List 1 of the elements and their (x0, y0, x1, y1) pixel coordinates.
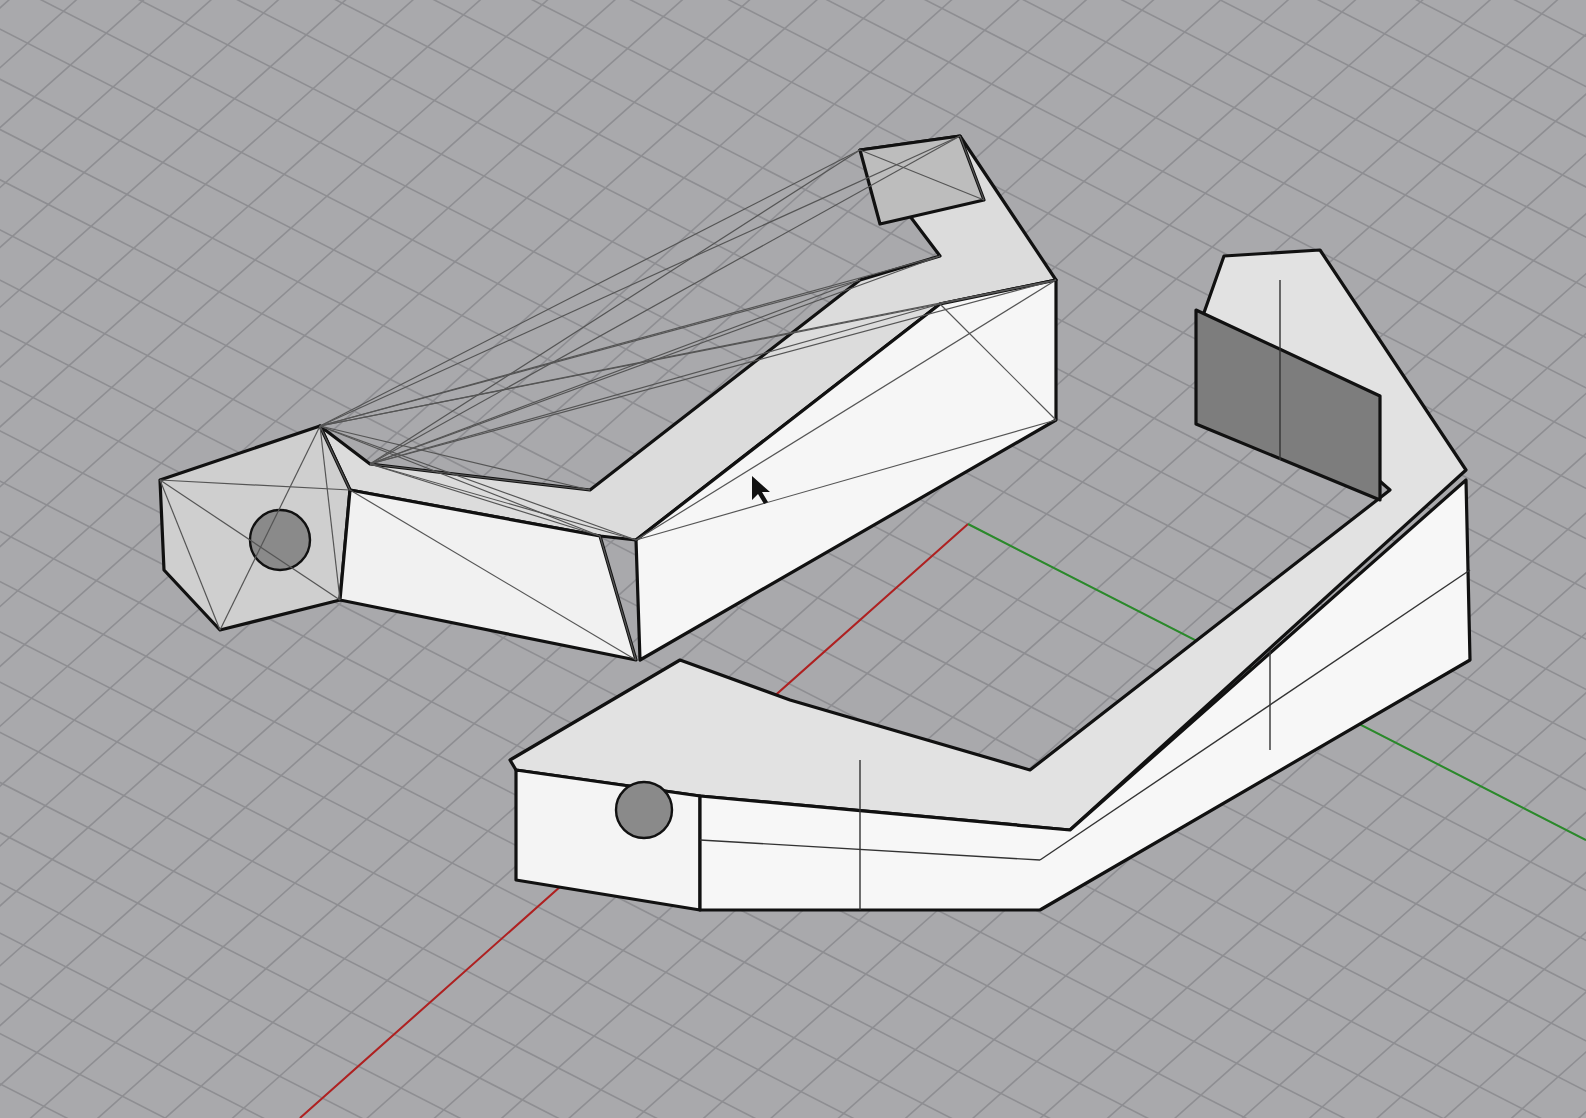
cursor-icon (752, 476, 770, 504)
